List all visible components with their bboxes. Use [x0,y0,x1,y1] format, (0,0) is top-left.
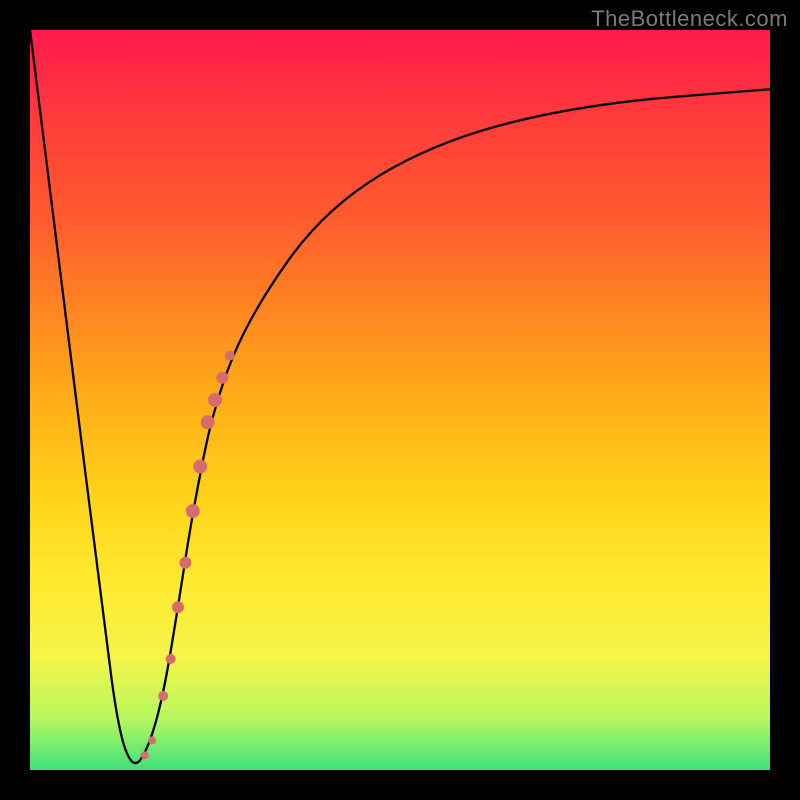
bottleneck-curve [30,30,770,763]
highlight-point [148,736,156,744]
highlight-point [201,415,215,429]
highlight-point [216,372,228,384]
curve-layer [30,30,770,770]
highlight-point [158,691,168,701]
watermark-text: TheBottleneck.com [591,6,788,32]
highlight-point [186,504,200,518]
highlight-point [225,351,235,361]
plot-area [30,30,770,770]
highlight-point [141,751,149,759]
highlight-point [179,557,191,569]
highlighted-points [141,351,235,760]
highlight-point [193,460,207,474]
highlight-point [166,654,176,664]
highlight-point [172,601,184,613]
chart-frame: TheBottleneck.com [0,0,800,800]
highlight-point [208,393,222,407]
